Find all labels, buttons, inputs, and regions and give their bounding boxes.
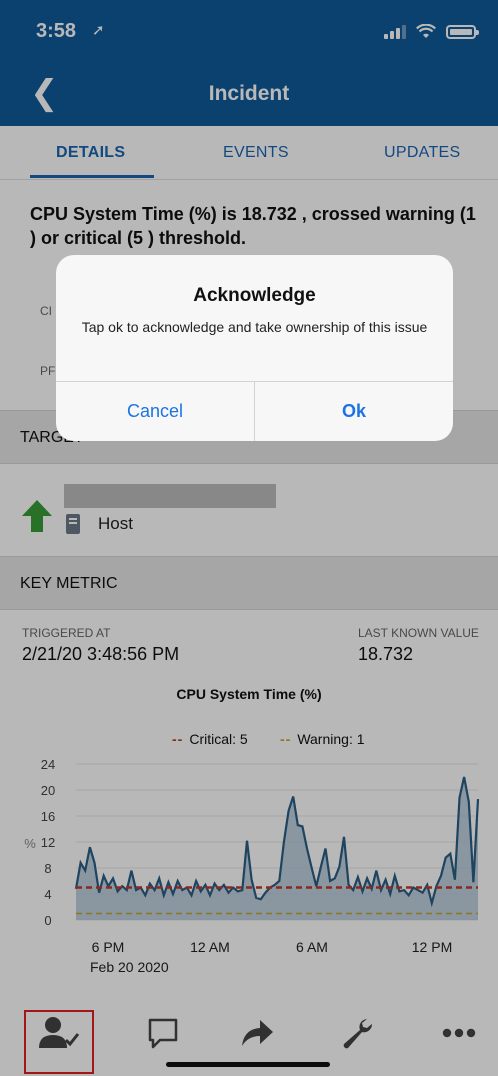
acknowledge-dialog: Acknowledge Tap ok to acknowledge and ta…	[56, 255, 453, 441]
cancel-button[interactable]: Cancel	[56, 382, 254, 441]
dialog-title: Acknowledge	[193, 285, 316, 306]
modal-overlay[interactable]	[0, 0, 498, 1076]
dialog-buttons: Cancel Ok	[56, 381, 453, 441]
ok-button[interactable]: Ok	[254, 382, 453, 441]
dialog-message: Tap ok to acknowledge and take ownership…	[81, 319, 428, 335]
